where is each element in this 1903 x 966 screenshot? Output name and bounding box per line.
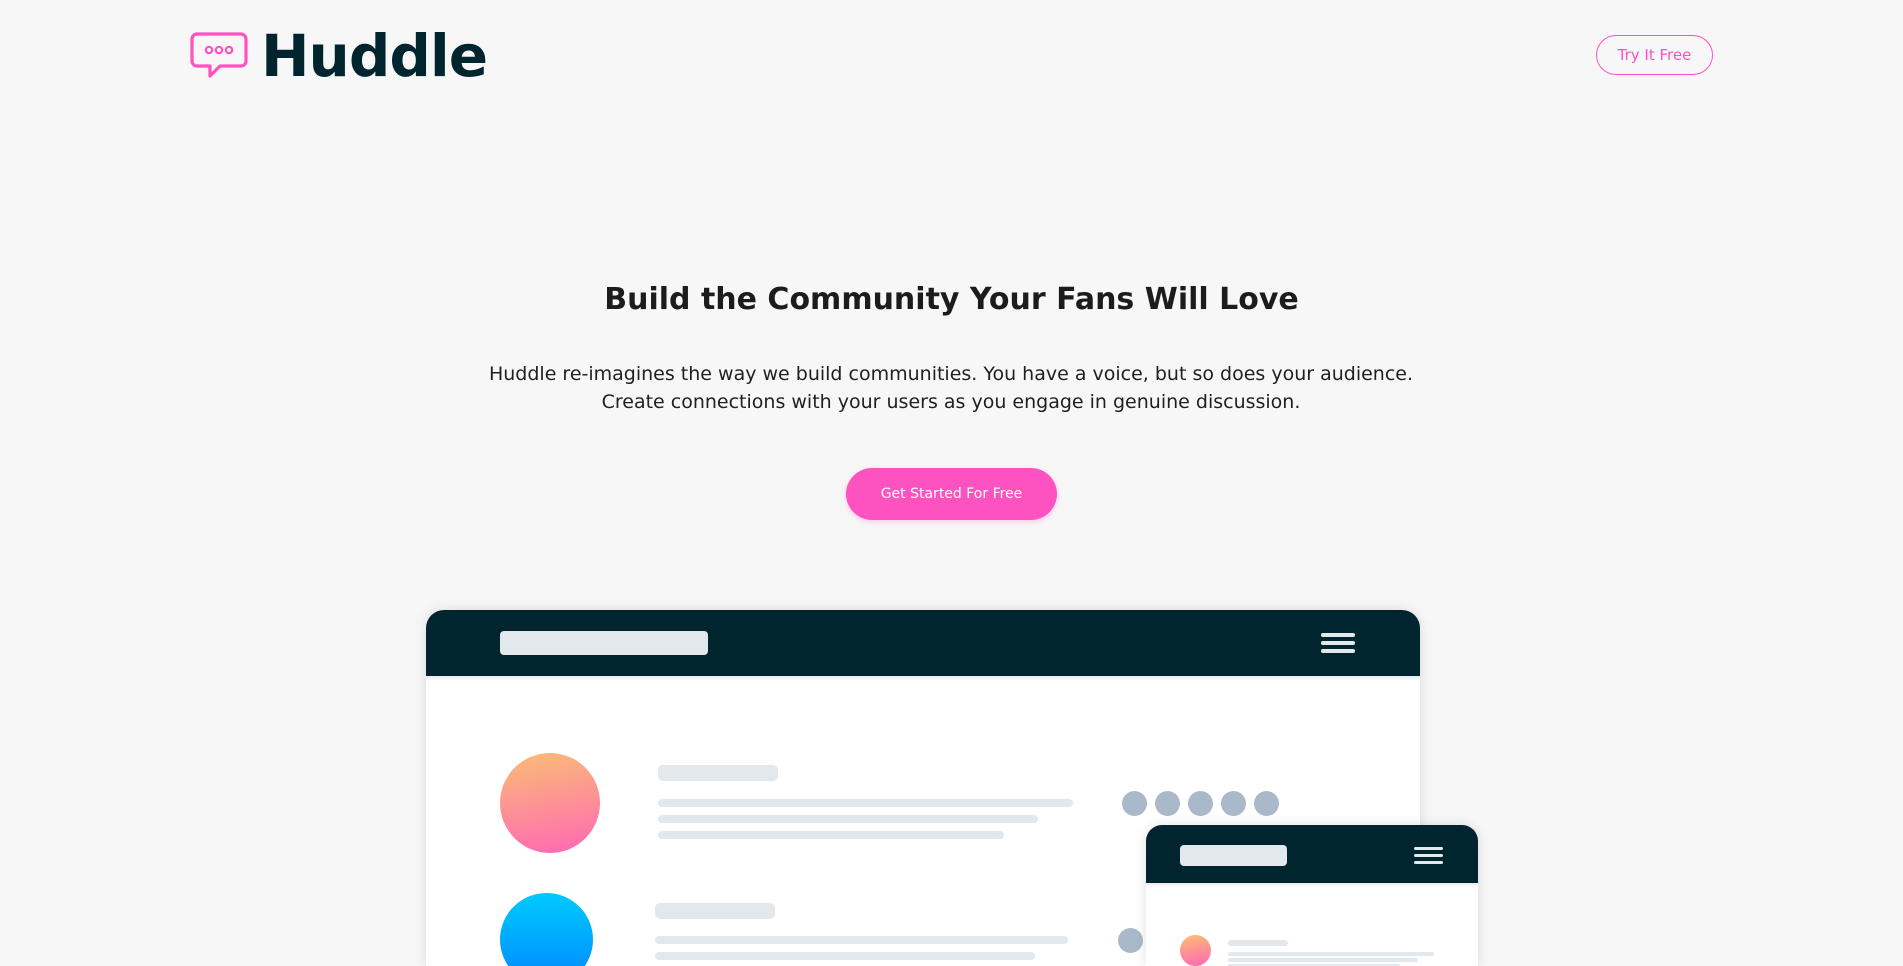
mobile-nav-placeholder: [1180, 845, 1287, 866]
mobile-app-mockup: [1146, 825, 1478, 966]
mobile-navbar-divider: [1146, 883, 1478, 887]
hamburger-menu-icon: [1414, 847, 1443, 865]
desktop-mockup-navbar: [426, 610, 1420, 676]
brand-logo[interactable]: Huddle: [189, 22, 488, 90]
navbar-divider: [426, 676, 1420, 681]
menu-line: [1414, 861, 1443, 864]
status-dot: [1221, 791, 1246, 816]
status-dot: [1122, 791, 1147, 816]
content-line-placeholder: [658, 815, 1038, 823]
brand-name: Huddle: [261, 22, 488, 90]
content-line-placeholder: [1228, 952, 1434, 956]
chat-bubble-icon: [190, 32, 248, 78]
get-started-button[interactable]: Get Started For Free: [846, 468, 1057, 520]
content-heading-placeholder: [655, 903, 775, 919]
content-line-placeholder: [658, 799, 1073, 807]
content-line-placeholder: [655, 936, 1068, 944]
menu-line: [1321, 649, 1355, 653]
status-dot: [1155, 791, 1180, 816]
menu-line: [1321, 633, 1355, 637]
hamburger-menu-icon: [1321, 633, 1355, 655]
avatar: [1180, 935, 1211, 966]
site-header: Huddle Try It Free: [0, 0, 1903, 110]
content-heading-placeholder: [658, 765, 778, 781]
content-line-placeholder: [1228, 958, 1418, 962]
desktop-nav-placeholder: [500, 631, 708, 655]
content-line-placeholder: [658, 831, 1004, 839]
status-dot: [1254, 791, 1279, 816]
try-it-free-button[interactable]: Try It Free: [1596, 35, 1713, 75]
status-dot: [1188, 791, 1213, 816]
landing-page: Huddle Try It Free Build the Community Y…: [0, 0, 1903, 966]
content-line-placeholder: [655, 952, 1035, 960]
avatar: [500, 753, 600, 853]
menu-line: [1414, 847, 1443, 850]
hero-title: Build the Community Your Fans Will Love: [604, 282, 1299, 317]
avatar: [500, 893, 593, 966]
content-heading-placeholder: [1228, 940, 1288, 946]
status-dot: [1118, 928, 1143, 953]
mobile-mockup-navbar: [1146, 825, 1478, 883]
menu-line: [1414, 854, 1443, 857]
menu-line: [1321, 641, 1355, 645]
hero-description: Huddle re-imagines the way we build comm…: [488, 363, 1414, 413]
